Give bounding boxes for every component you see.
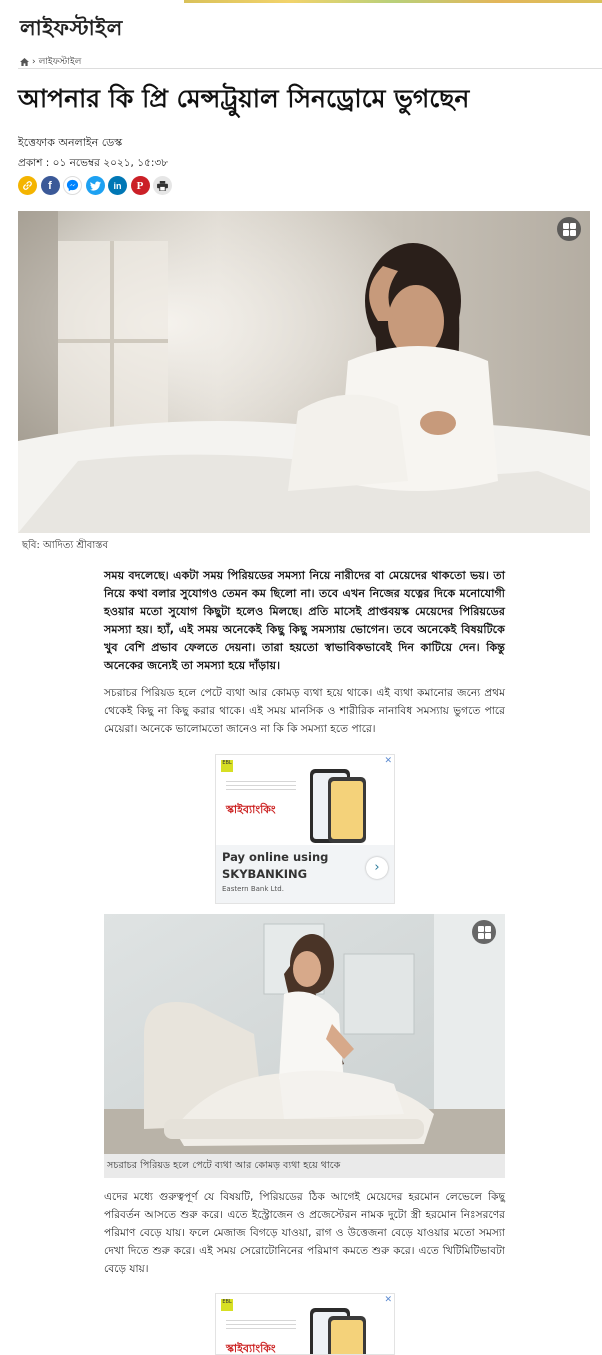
breadcrumb-separator: › <box>32 56 36 67</box>
home-icon[interactable] <box>20 57 29 66</box>
header-divider <box>18 68 602 69</box>
gallery-icon[interactable] <box>557 217 581 241</box>
breadcrumb-item-lifestyle[interactable]: লাইফস্টাইল <box>39 54 82 69</box>
ad-fineprint <box>226 781 296 793</box>
article-main-image[interactable] <box>18 211 590 533</box>
ad-title: স্কাইব্যাংকিং <box>226 1342 276 1355</box>
article-paragraph-2: এদের মধ্যে গুরুত্বপূর্ণ যে বিষয়টি, পিরি… <box>104 1191 505 1275</box>
article-lead: সময় বদলেছে। একটা সময় পিরিয়ডের সমস্যা … <box>104 569 505 672</box>
breadcrumb: › লাইফস্টাইল <box>20 54 81 69</box>
article-author: ইত্তেফাক অনলাইন ডেস্ক <box>18 136 123 149</box>
gallery-icon[interactable] <box>472 920 496 944</box>
phone-graphic-2 <box>328 777 366 843</box>
ad-fineprint <box>226 1320 296 1332</box>
article-headline: আপনার কি প্রি মেন্সট্রুয়াল সিনড্রোমে ভু… <box>18 84 470 113</box>
link-icon[interactable] <box>18 176 37 195</box>
chevron-right-icon[interactable]: › <box>366 857 388 879</box>
article-second-image[interactable] <box>104 914 505 1154</box>
advertisement-skybanking-2[interactable]: EBL ✕ স্কাইব্যাংকিং <box>215 1293 395 1355</box>
image-caption: সচরাচর পিরিয়ড হলে পেটে ব্যথা আর কোমড় ব… <box>104 1154 505 1178</box>
print-icon[interactable] <box>153 176 172 195</box>
ebl-logo-icon: EBL <box>221 760 233 772</box>
section-logo[interactable]: লাইফস্টাইল <box>20 12 123 47</box>
ad-title: স্কাইব্যাংকিং <box>226 803 276 816</box>
ad-close-icon[interactable]: ✕ <box>384 1295 392 1305</box>
advertisement-skybanking[interactable]: EBL ✕ স্কাইব্যাংকিং Pay online using SKY… <box>215 754 395 904</box>
article-paragraph-1: সচরাচর পিরিয়ড হলে পেটে ব্যথা আর কোমড় ব… <box>104 687 505 735</box>
share-bar: f in P <box>18 176 172 195</box>
ad-cta-text: Pay online using SKYBANKING <box>222 849 328 883</box>
pinterest-icon[interactable]: P <box>130 176 150 195</box>
linkedin-icon[interactable]: in <box>108 176 127 195</box>
facebook-icon[interactable]: f <box>40 176 60 195</box>
ad-cta-line1: Pay online using <box>222 850 329 864</box>
publish-date: প্রকাশ : ০১ নভেম্বর ২০২১, ১৫:৩৮ <box>18 157 169 169</box>
twitter-icon[interactable] <box>85 176 105 195</box>
ebl-logo-icon: EBL <box>221 1299 233 1311</box>
phone-graphic-2 <box>328 1316 366 1354</box>
ad-close-icon[interactable]: ✕ <box>384 756 392 766</box>
image-credit: ছবি: আদিত্য শ্রীবাস্তব <box>22 540 109 551</box>
top-ad-banner[interactable] <box>184 0 602 3</box>
ad-cta-panel[interactable]: Pay online using SKYBANKING Eastern Bank… <box>216 845 394 903</box>
ad-cta-line2: SKYBANKING <box>222 867 308 881</box>
messenger-icon[interactable] <box>63 176 82 195</box>
ad-bank-name: Eastern Bank Ltd. <box>222 885 284 893</box>
